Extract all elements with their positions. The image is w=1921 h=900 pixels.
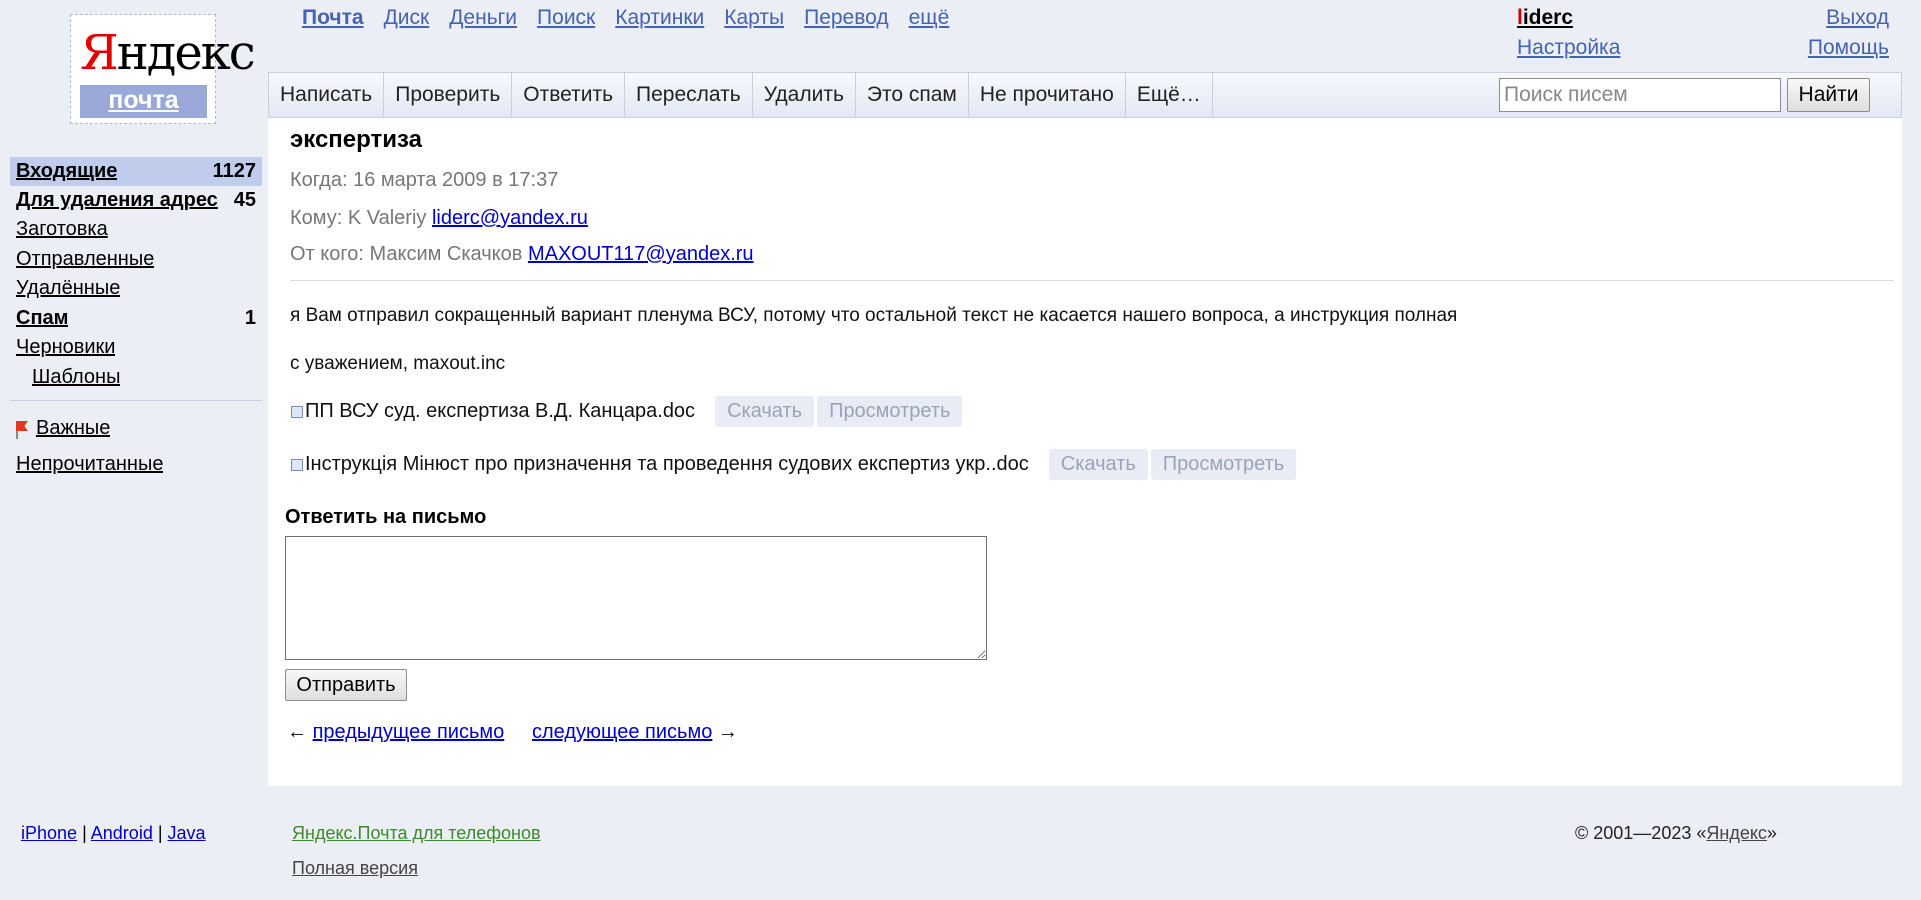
java-link[interactable]: Java [168,823,206,843]
previous-message-link[interactable]: предыдущее письмо [313,721,505,743]
nav-money[interactable]: Деньги [449,6,517,30]
next-message-link[interactable]: следующее письмо [532,721,712,743]
help-link[interactable]: Помощь [1808,36,1889,60]
folder-sent[interactable]: Отправленные [10,245,262,274]
download-button[interactable]: Скачать [1048,449,1148,480]
username-link[interactable]: liderc [1517,6,1573,30]
preview-button[interactable]: Просмотреть [1150,449,1297,480]
sidebar-divider [10,400,262,401]
services-nav: Почта Диск Деньги Поиск Картинки Карты П… [302,6,949,30]
reply-heading: Ответить на письмо [285,506,487,528]
reply-button[interactable]: Ответить [512,73,626,117]
more-actions-button[interactable]: Ещё… [1126,73,1213,117]
nav-search[interactable]: Поиск [537,6,595,30]
nav-translate[interactable]: Перевод [804,6,889,30]
mobile-apps-links: iPhone | Android | Java [21,823,206,843]
next-message-nav: следующее письмо → [532,721,738,744]
delete-button[interactable]: Удалить [753,73,856,117]
full-version-link[interactable]: Полная версия [292,858,418,879]
nav-disk[interactable]: Диск [384,6,430,30]
left-arrow-icon: ← [287,721,307,743]
label-unread[interactable]: Непрочитанные [10,450,262,479]
folder-spam[interactable]: Спам 1 [10,304,262,333]
nav-more[interactable]: ещё [909,6,950,30]
message-body: я Вам отправил сокращенный вариант плену… [290,305,1458,326]
nav-images[interactable]: Картинки [615,6,704,30]
preview-button[interactable]: Просмотреть [817,396,963,427]
folder-templates[interactable]: Шаблоны [10,363,262,392]
attachment-row: Інструкція Мінюст про призначення та про… [291,449,1297,480]
yandex-link[interactable]: Яндекс [1706,823,1767,843]
label-important[interactable]: Важные [10,414,262,443]
nav-mail[interactable]: Почта [302,6,364,30]
attachment-row: ПП ВСУ суд. експертиза В.Д. Канцара.doc … [291,396,963,427]
folder-deleted[interactable]: Удалённые [10,274,262,303]
settings-link[interactable]: Настройка [1517,36,1620,60]
iphone-link[interactable]: iPhone [21,823,77,843]
attachment-name[interactable]: ПП ВСУ суд. експертиза В.Д. Канцара.doc [305,400,695,423]
message-signature: с уважением, maxout.inc [290,353,506,374]
unread-count: 1 [244,307,256,329]
recipient-email-link[interactable]: liderc@yandex.ru [432,207,588,229]
doc-file-icon [291,405,303,418]
forward-button[interactable]: Переслать [625,73,753,117]
logout-link[interactable]: Выход [1826,6,1889,30]
search-input[interactable] [1499,78,1781,112]
folder-for-deletion[interactable]: Для удаления адрес 45 [10,186,262,215]
search-button[interactable]: Найти [1787,78,1870,112]
mark-unread-button[interactable]: Не прочитано [969,73,1126,117]
send-button[interactable]: Отправить [285,669,407,701]
reply-textarea[interactable] [285,536,987,660]
check-mail-button[interactable]: Проверить [384,73,513,117]
message-date: Когда: 16 марта 2009 в 17:37 [290,169,559,191]
nav-maps[interactable]: Карты [724,6,784,30]
message-subject: экспертиза [290,126,422,153]
download-button[interactable]: Скачать [715,396,815,427]
sender-email-link[interactable]: MAXOUT117@yandex.ru [528,243,754,265]
unread-count: 1127 [212,160,256,182]
message-to: Кому: K Valeriy liderc@yandex.ru [290,207,588,229]
message-from: От кого: Максим Скачков MAXOUT117@yandex… [290,243,754,265]
yandex-logo[interactable]: Яндекс [80,24,256,82]
android-link[interactable]: Android [91,823,153,843]
folder-drafts[interactable]: Черновики [10,333,262,362]
right-arrow-icon: → [717,721,738,743]
folder-draft-template[interactable]: Заготовка [10,215,262,244]
mobile-mail-link[interactable]: Яндекс.Почта для телефонов [292,823,541,844]
previous-message-nav: ← предыдущее письмо [287,721,504,744]
compose-button[interactable]: Написать [269,73,385,117]
doc-file-icon [291,458,303,471]
attachment-name[interactable]: Інструкція Мінюст про призначення та про… [305,453,1029,476]
unread-count: 45 [233,189,256,211]
folder-inbox[interactable]: Входящие 1127 [10,157,262,186]
header-divider [290,280,1894,281]
spam-button[interactable]: Это спам [856,73,969,117]
copyright: © 2001—2023 «Яндекс» [1575,823,1777,843]
mail-service-label[interactable]: почта [80,85,207,118]
